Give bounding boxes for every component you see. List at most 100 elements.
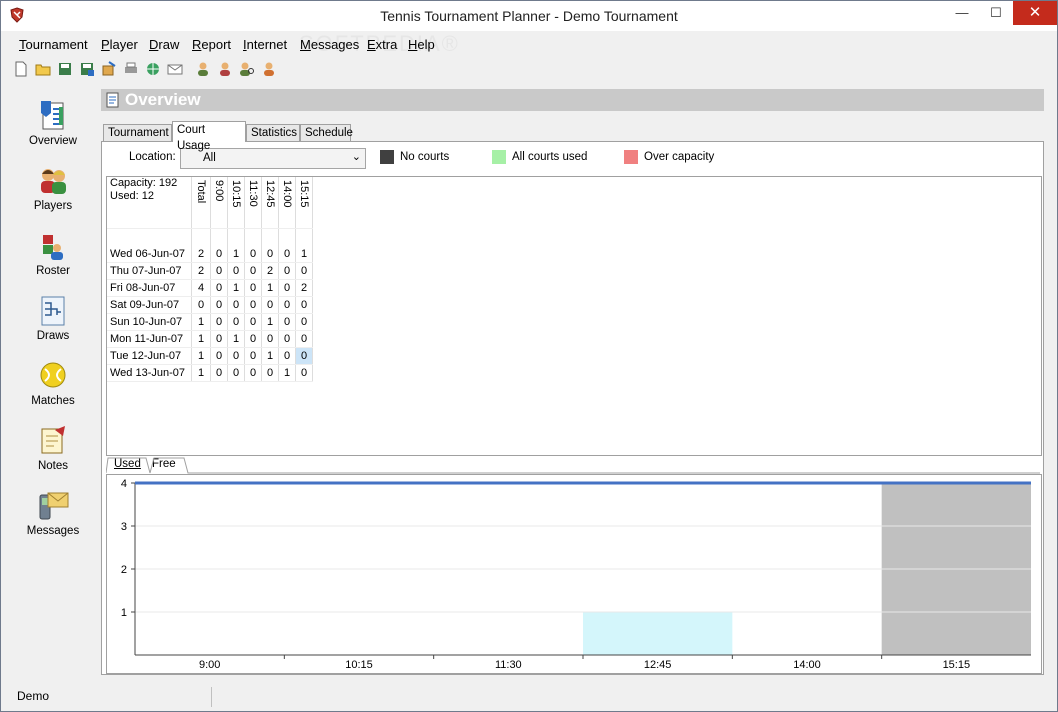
chart-ytick-label: 1	[121, 607, 127, 619]
internet-icon[interactable]	[145, 61, 161, 77]
table-cell[interactable]: 0	[210, 262, 228, 280]
table-cell[interactable]: 0	[244, 262, 262, 280]
table-cell[interactable]: 0	[278, 262, 296, 280]
table-cell[interactable]: 1	[261, 279, 279, 297]
nav-item-draws[interactable]: Draws	[7, 288, 99, 350]
table-cell[interactable]: 1	[261, 313, 279, 331]
table-cell[interactable]: 0	[227, 296, 245, 314]
table-cell[interactable]: 1	[278, 364, 296, 382]
table-cell[interactable]: 0	[244, 296, 262, 314]
maximize-button[interactable]: ☐	[979, 1, 1013, 25]
nav-item-overview[interactable]: Overview	[7, 93, 99, 155]
table-cell[interactable]: 4	[191, 279, 211, 297]
table-cell[interactable]: 1	[191, 347, 211, 365]
print-icon[interactable]	[123, 61, 139, 77]
table-cell[interactable]: 0	[295, 330, 313, 348]
table-cell[interactable]: 0	[210, 347, 228, 365]
table-cell[interactable]: 0	[227, 364, 245, 382]
table-cell[interactable]: 1	[191, 313, 211, 331]
table-cell[interactable]: 1	[227, 330, 245, 348]
table-cell[interactable]: 0	[210, 279, 228, 297]
table-cell[interactable]: 0	[210, 313, 228, 331]
table-row: Thu 07-Jun-07 2 0 0 0 2 0 0	[107, 262, 313, 280]
player-remove-icon[interactable]	[261, 61, 277, 77]
table-cell[interactable]: 0	[278, 313, 296, 331]
table-cell[interactable]: 0	[295, 364, 313, 382]
table-cell[interactable]: 2	[191, 246, 211, 263]
open-folder-icon[interactable]	[35, 61, 51, 77]
menu-draw[interactable]: Draw	[149, 37, 179, 52]
menu-player[interactable]: Player	[101, 37, 138, 52]
table-cell[interactable]: 0	[295, 313, 313, 331]
table-cell[interactable]: 0	[227, 262, 245, 280]
menu-extra[interactable]: Extra	[367, 37, 397, 52]
table-cell[interactable]: 0	[278, 347, 296, 365]
table-cell[interactable]: 0	[278, 330, 296, 348]
nav-item-messages[interactable]: Messages	[7, 483, 99, 545]
table-cell[interactable]: 2	[191, 262, 211, 280]
minimize-button[interactable]: —	[945, 1, 979, 25]
nav-item-matches[interactable]: Matches	[7, 353, 99, 415]
table-cell[interactable]: 2	[261, 262, 279, 280]
table-cell[interactable]: 1	[191, 330, 211, 348]
table-cell[interactable]: 0	[210, 296, 228, 314]
nav-item-roster[interactable]: Roster	[7, 223, 99, 285]
player-search-icon[interactable]	[239, 61, 255, 77]
table-cell[interactable]: 0	[244, 279, 262, 297]
nav-item-label: Messages	[26, 525, 80, 537]
table-cell[interactable]: 0	[295, 262, 313, 280]
used-text: Used: 12	[110, 190, 155, 202]
table-cell[interactable]: 1	[295, 246, 313, 263]
table-cell[interactable]: 0	[191, 296, 211, 314]
table-cell[interactable]: 0	[227, 313, 245, 331]
spacer-cell	[227, 228, 245, 246]
menu-tournament[interactable]: Tournament	[19, 37, 88, 52]
menu-help[interactable]: Help	[408, 37, 435, 52]
tab-schedule[interactable]: Schedule	[300, 124, 353, 141]
roster-icon	[43, 235, 63, 260]
table-cell[interactable]: 0	[244, 246, 262, 263]
export-icon[interactable]	[101, 61, 117, 77]
table-cell[interactable]: 0	[227, 347, 245, 365]
close-button[interactable]: ✕	[1013, 1, 1057, 25]
player-icon[interactable]	[195, 61, 211, 77]
save-icon[interactable]	[57, 61, 73, 77]
table-cell[interactable]: 0	[244, 364, 262, 382]
table-cell[interactable]: 0	[261, 246, 279, 263]
title-bar[interactable]: Tennis Tournament Planner - Demo Tournam…	[1, 1, 1057, 31]
table-cell[interactable]: 0	[261, 364, 279, 382]
table-cell[interactable]: 0	[278, 246, 296, 263]
table-cell[interactable]: 1	[191, 364, 211, 382]
table-cell[interactable]: 1	[227, 246, 245, 263]
tab-statistics[interactable]: Statistics	[246, 124, 300, 141]
table-cell[interactable]: 0	[261, 296, 279, 314]
table-cell[interactable]: 0	[210, 364, 228, 382]
nav-item-notes[interactable]: Notes	[7, 418, 99, 480]
table-cell[interactable]: 0	[244, 313, 262, 331]
table-cell[interactable]: 0	[261, 330, 279, 348]
save-as-icon[interactable]	[79, 61, 95, 77]
tab-tournament[interactable]: Tournament	[103, 124, 172, 141]
overview-title: Overview	[125, 90, 201, 109]
menu-report[interactable]: Report	[192, 37, 231, 52]
table-cell[interactable]: 0	[244, 330, 262, 348]
table-cell[interactable]: 0	[278, 296, 296, 314]
table-cell[interactable]: 0	[244, 347, 262, 365]
new-file-icon[interactable]	[13, 61, 29, 77]
table-cell[interactable]: 1	[261, 347, 279, 365]
table-cell[interactable]: 0	[295, 296, 313, 314]
menu-internet[interactable]: Internet	[243, 37, 287, 52]
table-cell[interactable]: 0	[295, 347, 313, 365]
player-add-icon[interactable]	[217, 61, 233, 77]
menu-messages[interactable]: Messages	[300, 37, 359, 52]
notes-icon	[41, 426, 65, 454]
table-cell[interactable]: 1	[227, 279, 245, 297]
table-cell[interactable]: 0	[210, 246, 228, 263]
email-icon[interactable]	[167, 61, 183, 77]
table-cell[interactable]: 0	[278, 279, 296, 297]
table-cell[interactable]: 2	[295, 279, 313, 297]
nav-item-players[interactable]: Players	[7, 158, 99, 220]
menu-accelerator: H	[408, 37, 418, 52]
table-cell[interactable]: 0	[210, 330, 228, 348]
tab-court-usage[interactable]: Court Usage	[172, 121, 246, 152]
